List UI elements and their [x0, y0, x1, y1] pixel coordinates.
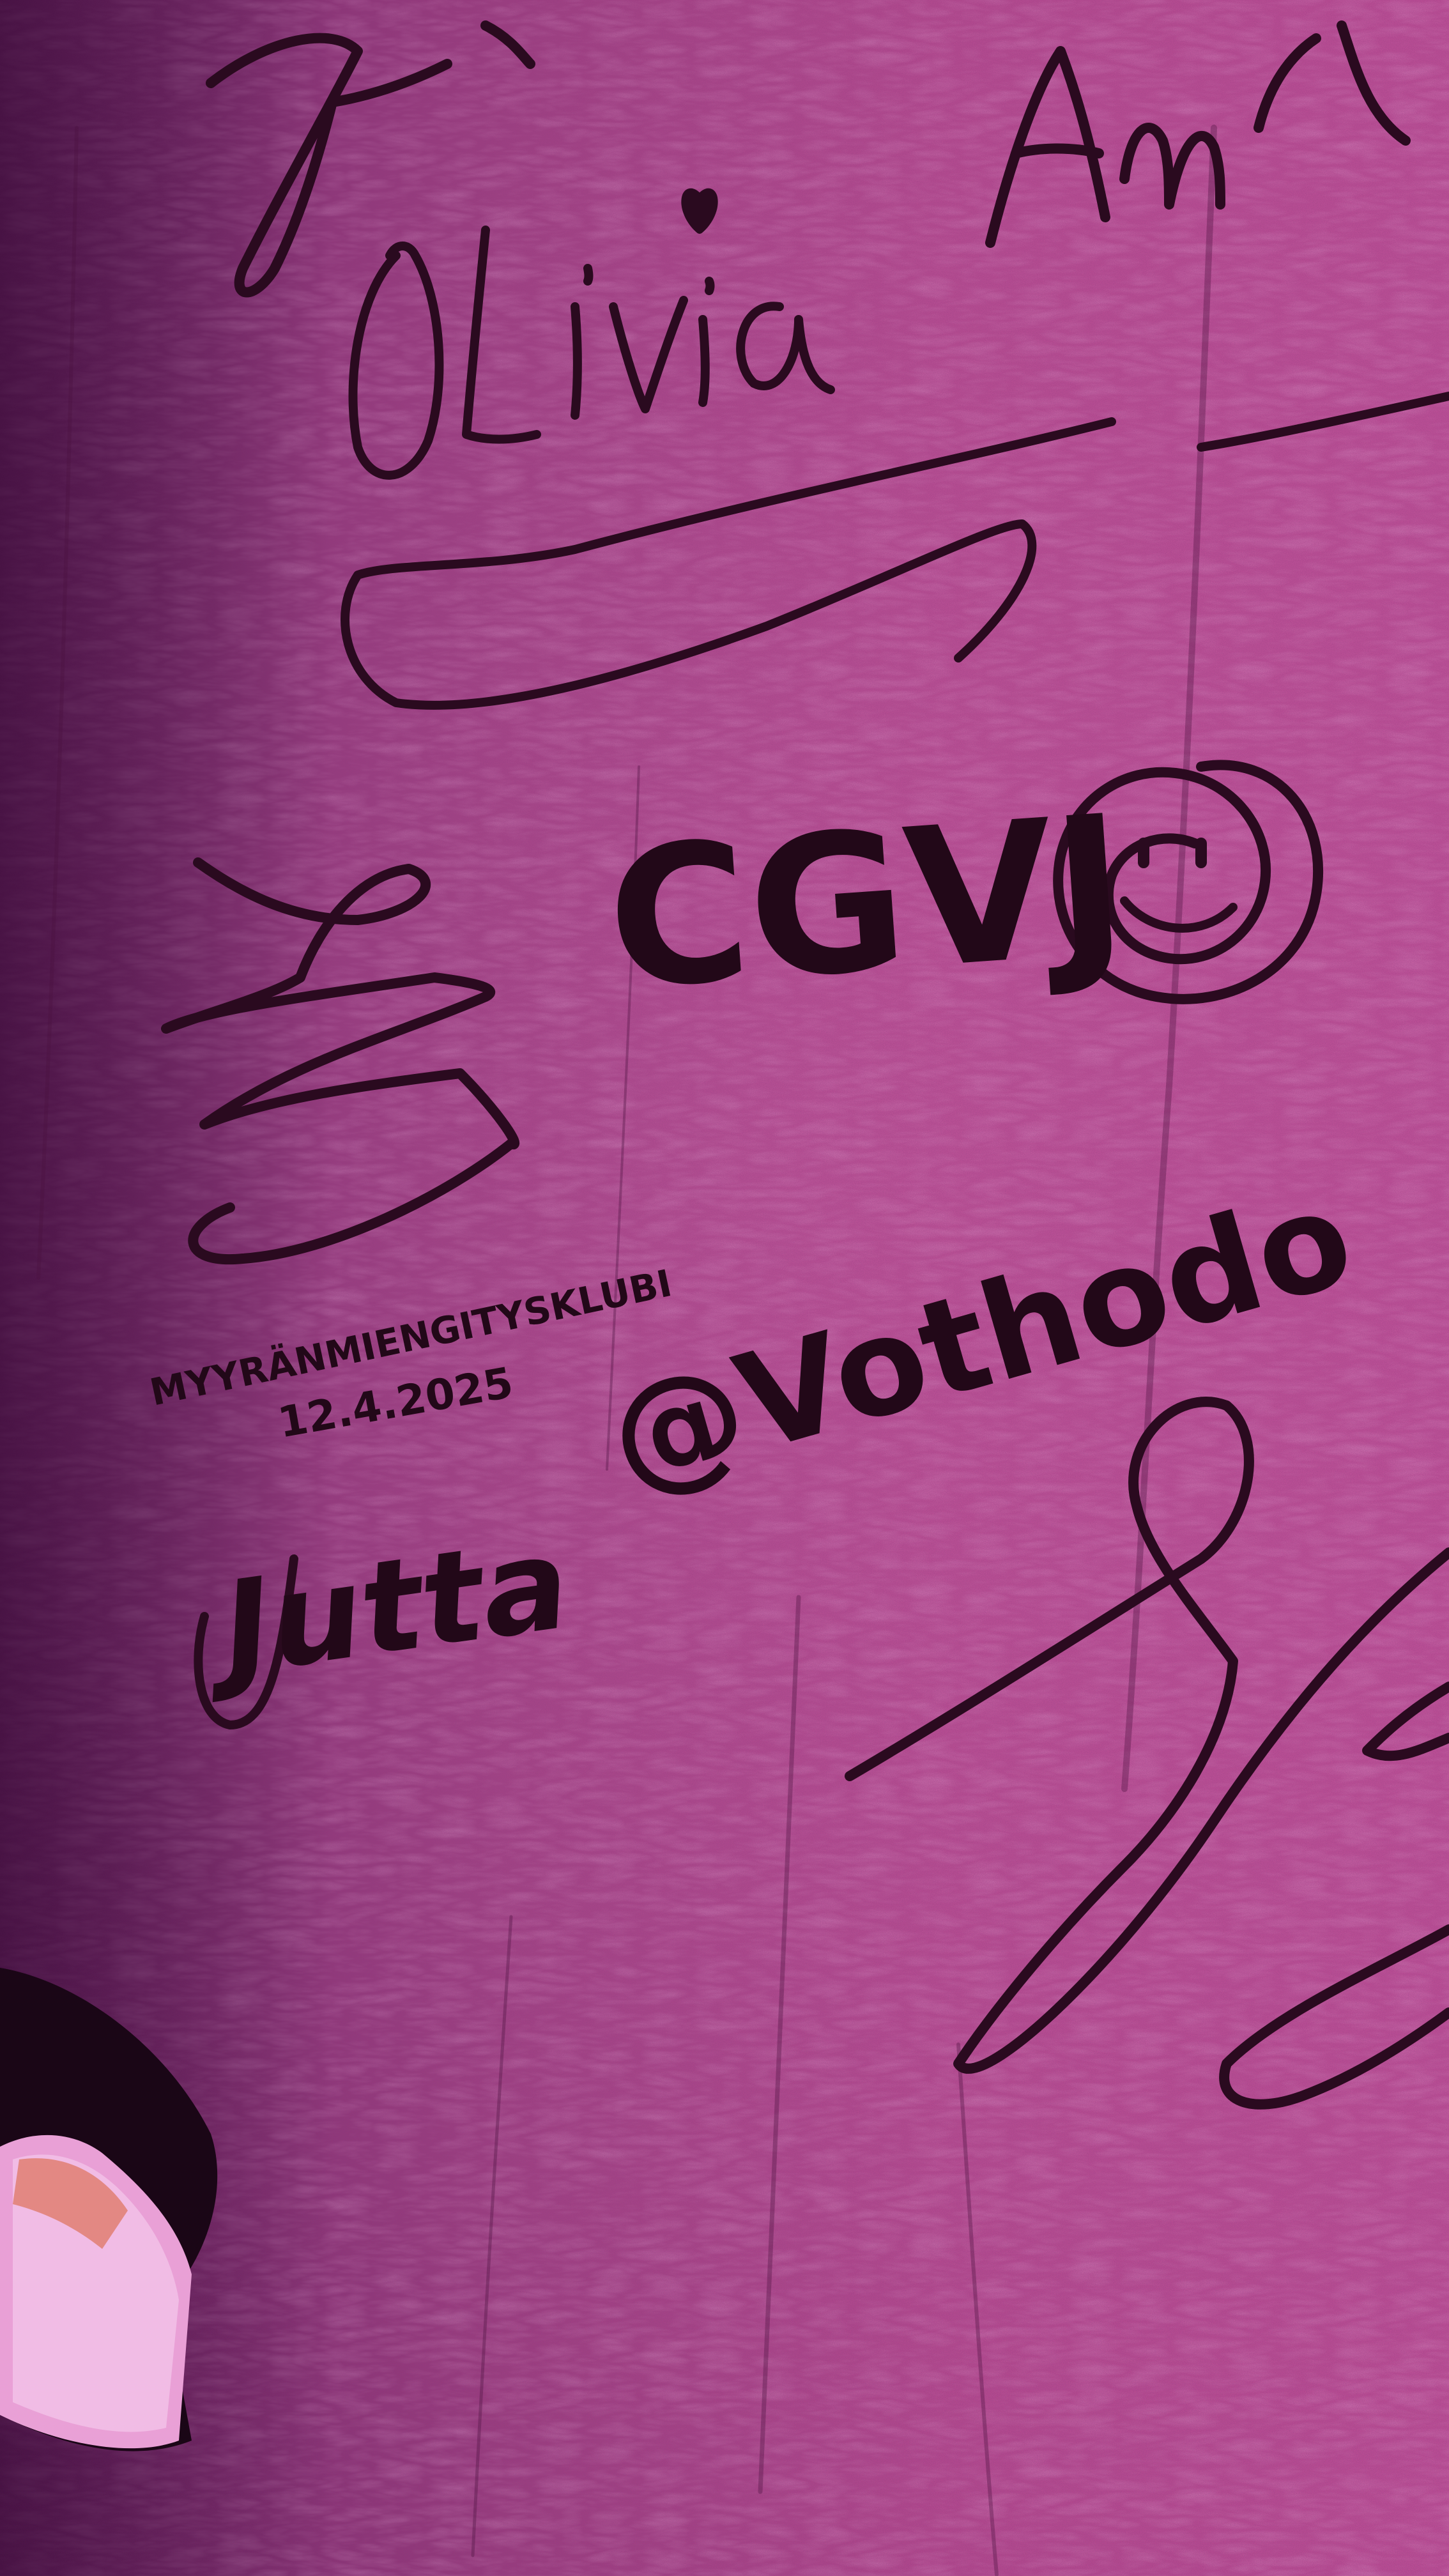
- cgvj-text: CGVJ: [601, 774, 1133, 1032]
- signature-wall-photo: CGVJ @Vothodo MYYRÄNMIENGITYSKLUBI 12.4.…: [0, 0, 1449, 2576]
- heart-icon: [681, 188, 718, 234]
